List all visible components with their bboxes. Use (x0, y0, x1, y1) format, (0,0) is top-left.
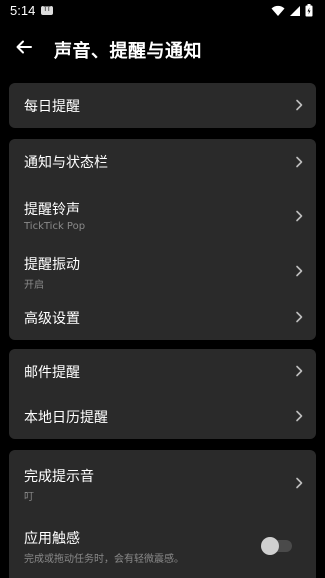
notification-badge-icon: TT (41, 6, 53, 15)
chevron-right-icon (296, 311, 303, 323)
status-bar: 5:14 TT (0, 0, 325, 22)
haptic-feedback-label: 应用触感 (24, 531, 80, 547)
reminder-vibration-row[interactable]: 提醒振动 开启 (9, 246, 316, 296)
haptic-feedback-row[interactable]: 应用触感 完成或拖动任务时，会有轻微震感。 (9, 516, 316, 570)
advanced-settings-row[interactable]: 高级设置 (9, 296, 316, 340)
status-icons (271, 4, 313, 17)
signal-icon (290, 5, 300, 16)
completion-sound-row[interactable]: 完成提示音 叮 (9, 458, 316, 510)
local-calendar-reminder-row[interactable]: 本地日历提醒 (9, 394, 316, 439)
daily-reminder-row[interactable]: 每日提醒 (9, 83, 316, 128)
notification-statusbar-row[interactable]: 通知与状态栏 (9, 139, 316, 185)
completion-sound-label: 完成提示音 (24, 469, 94, 485)
app-bar: 声音、提醒与通知 (0, 24, 325, 70)
back-arrow-icon[interactable] (14, 37, 34, 57)
chevron-right-icon (296, 265, 303, 277)
completion-sound-value: 叮 (24, 492, 34, 503)
daily-reminder-label: 每日提醒 (24, 99, 80, 115)
advanced-settings-label: 高级设置 (24, 311, 80, 327)
reminder-vibration-value: 开启 (24, 280, 44, 291)
reminder-vibration-label: 提醒振动 (24, 257, 80, 273)
settings-group-feedback: 完成提示音 叮 应用触感 完成或拖动任务时，会有轻微震感。 (9, 450, 316, 578)
reminder-ringtone-row[interactable]: 提醒铃声 TickTick Pop (9, 191, 316, 241)
email-reminder-label: 邮件提醒 (24, 365, 80, 381)
local-calendar-reminder-label: 本地日历提醒 (24, 410, 108, 426)
haptic-feedback-toggle[interactable] (261, 537, 292, 555)
chevron-right-icon (296, 410, 303, 422)
notification-statusbar-label: 通知与状态栏 (24, 155, 108, 171)
wifi-icon (271, 5, 285, 16)
reminder-ringtone-value: TickTick Pop (24, 221, 86, 232)
chevron-right-icon (296, 210, 303, 222)
email-reminder-row[interactable]: 邮件提醒 (9, 349, 316, 394)
settings-group-notifications: 通知与状态栏 提醒铃声 TickTick Pop 提醒振动 开启 高级设置 (9, 139, 316, 340)
page-title: 声音、提醒与通知 (54, 41, 202, 62)
toggle-knob (261, 537, 279, 555)
status-time: 5:14 (10, 3, 36, 18)
chevron-right-icon (296, 156, 303, 168)
chevron-right-icon (296, 477, 303, 489)
battery-icon (305, 4, 313, 17)
chevron-right-icon (296, 99, 303, 111)
chevron-right-icon (296, 365, 303, 377)
settings-group-email-calendar: 邮件提醒 本地日历提醒 (9, 349, 316, 439)
settings-group-daily: 每日提醒 (9, 83, 316, 128)
haptic-feedback-description: 完成或拖动任务时，会有轻微震感。 (24, 554, 184, 565)
reminder-ringtone-label: 提醒铃声 (24, 202, 80, 218)
